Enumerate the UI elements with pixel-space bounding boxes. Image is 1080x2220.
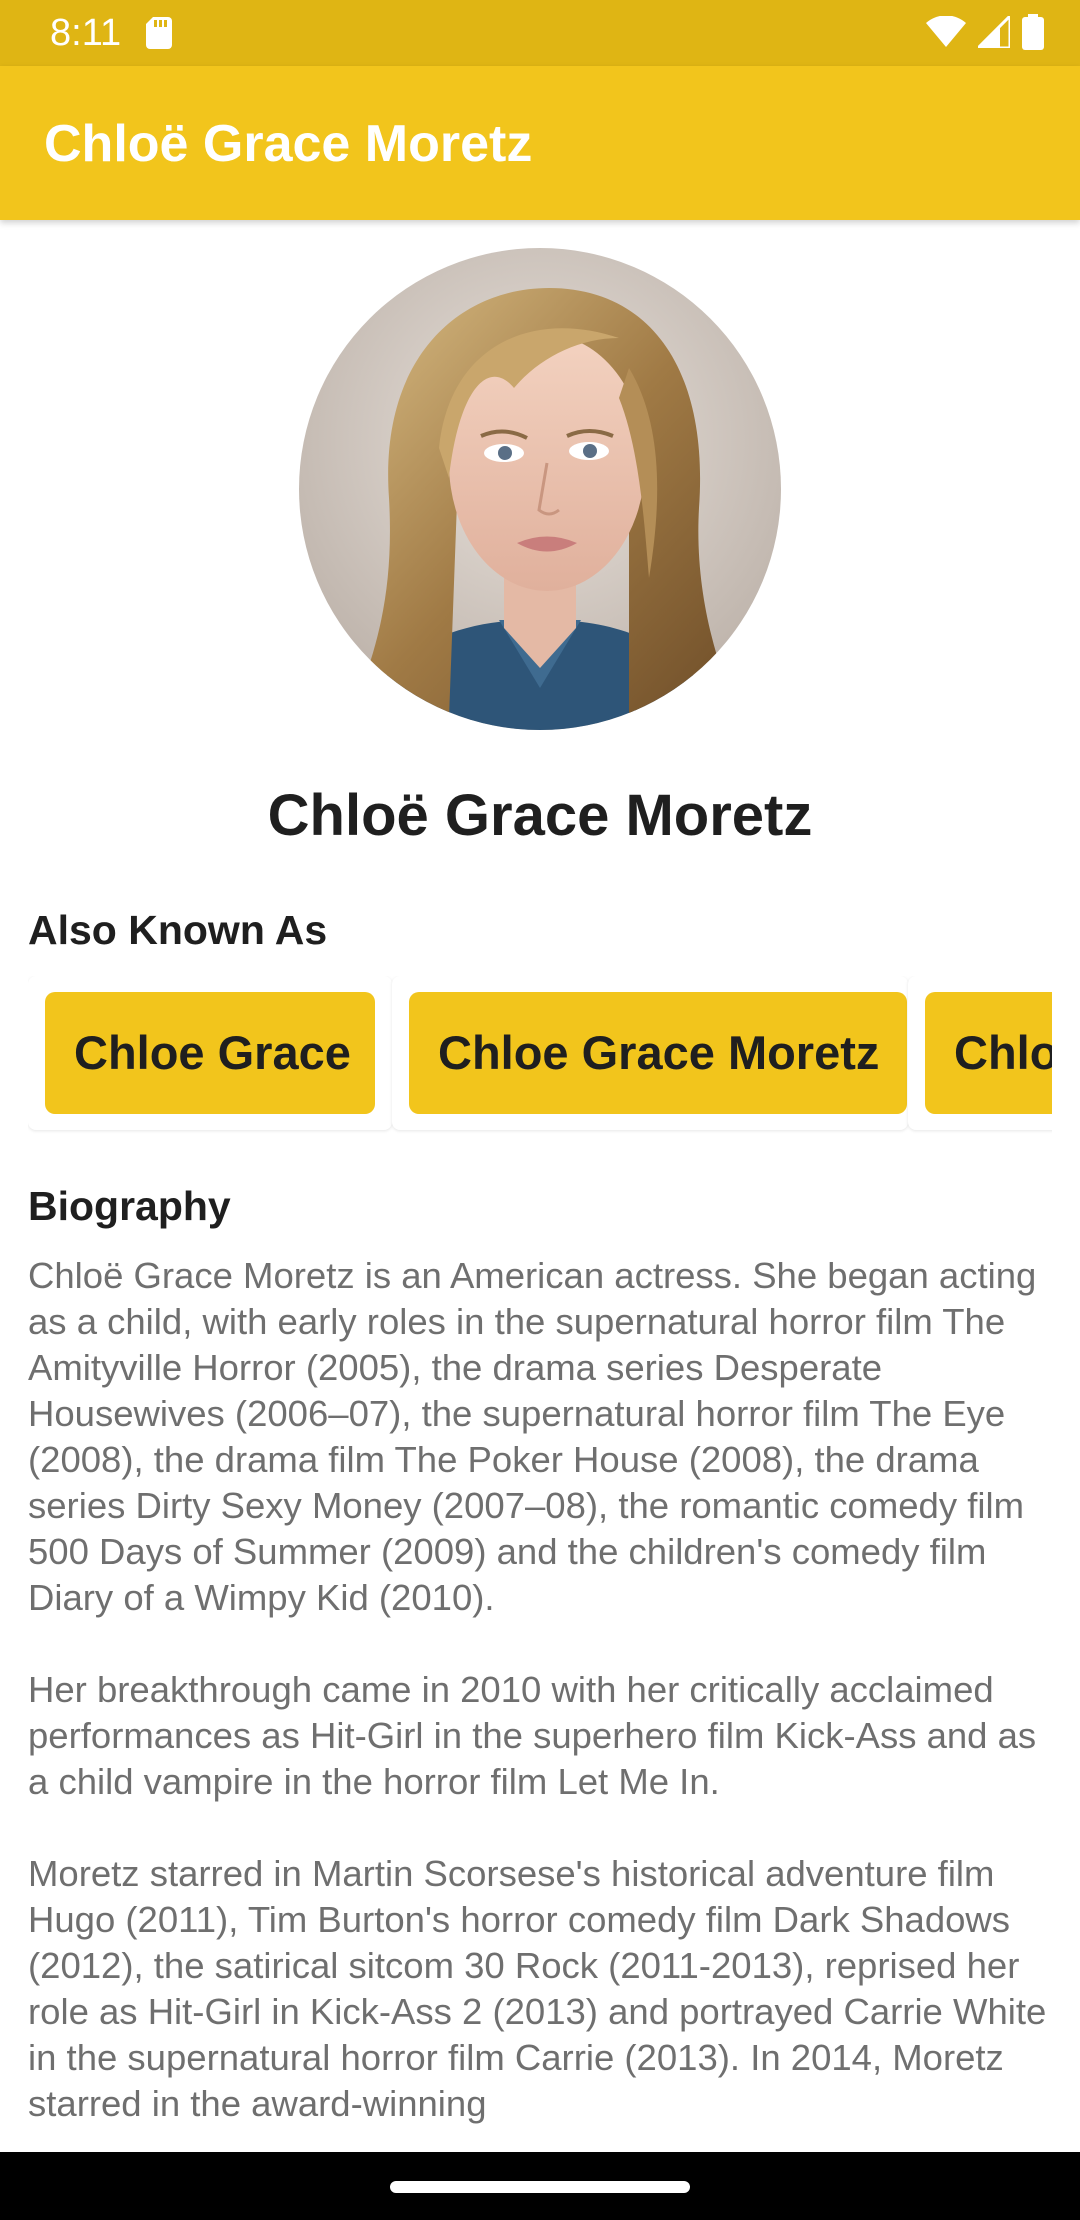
cell-signal-icon [974,11,1012,53]
content-scroll[interactable]: Chloë Grace Moretz Also Known As Chloe G… [0,220,1080,2152]
actor-detail-screen: 8:11 Chloë Grace Moretz Chloë Grace More… [0,0,1080,2220]
app-bar: Chloë Grace Moretz [0,66,1080,220]
also-known-as-list[interactable]: Chloe Grace Chloe Grace Moretz Chlo [28,976,1052,1134]
wifi-icon [926,14,966,53]
also-known-as-heading: Also Known As [28,907,328,953]
sd-card-icon [146,17,172,54]
app-bar-title: Chloë Grace Moretz [44,115,533,173]
navigation-bar [0,2152,1080,2220]
status-icons [926,11,1044,55]
battery-icon [1022,13,1044,55]
home-gesture-handle[interactable] [390,2181,690,2193]
alias-card: Chloe Grace Moretz [392,976,908,1130]
profile-photo [299,248,781,730]
alias-card: Chlo [908,976,1052,1130]
biography-text: Chloë Grace Moretz is an American actres… [28,1255,1047,2124]
biography-heading: Biography [28,1183,231,1229]
alias-card: Chloe Grace [28,976,392,1130]
status-bar: 8:11 [0,0,1080,66]
person-name: Chloë Grace Moretz [267,783,813,848]
alias-chip[interactable]: Chlo [925,992,1052,1114]
alias-chip[interactable]: Chloe Grace Moretz [409,992,907,1114]
status-time: 8:11 [50,12,122,54]
alias-chip[interactable]: Chloe Grace [45,992,375,1114]
